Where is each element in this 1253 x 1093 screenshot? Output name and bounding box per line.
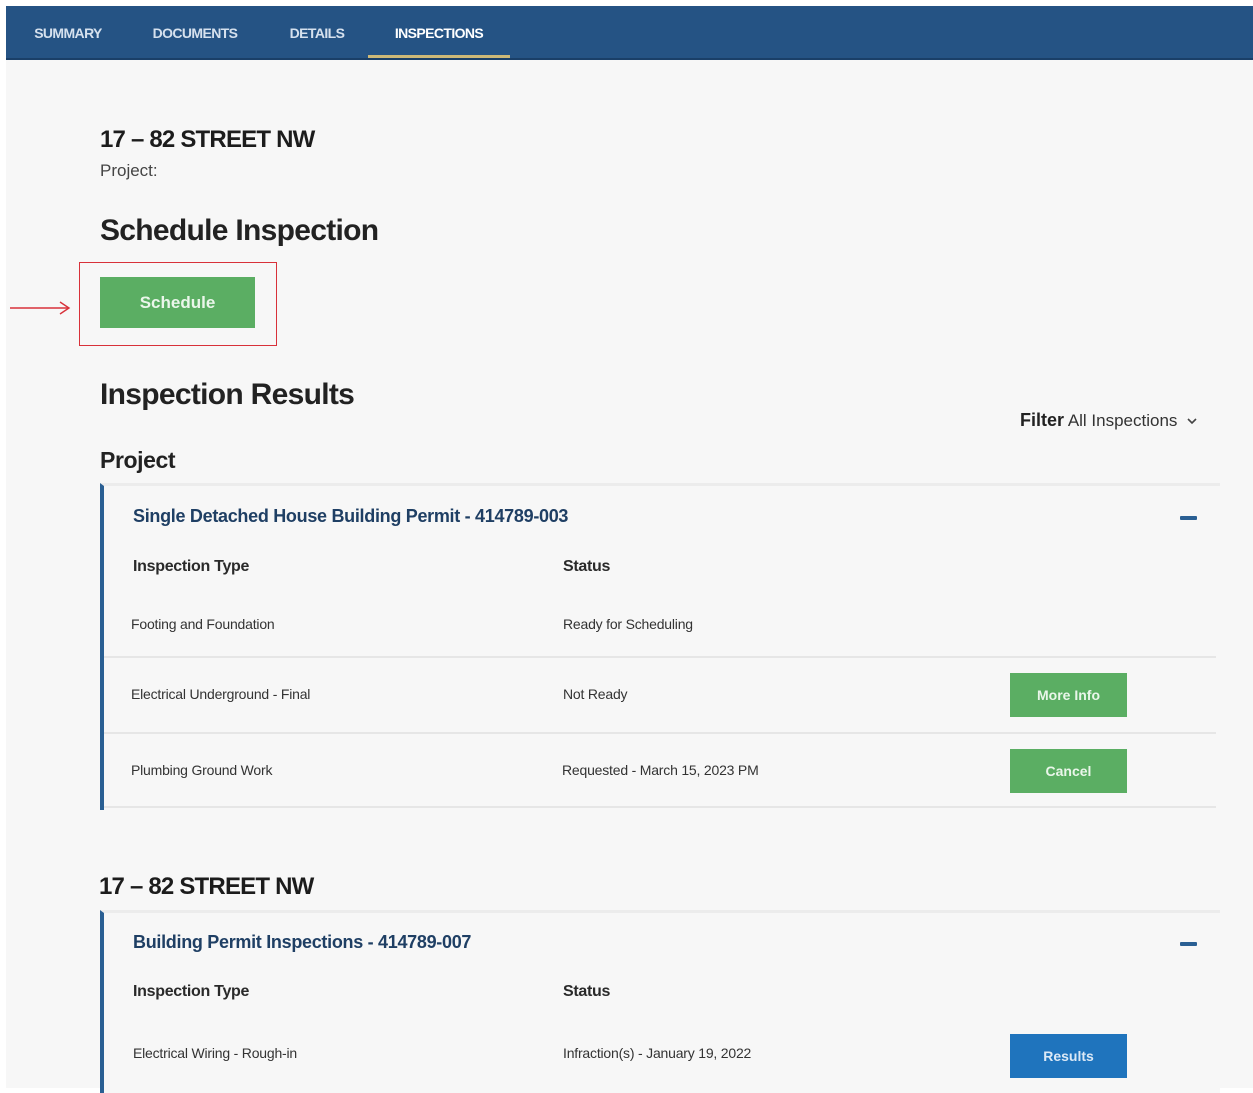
filter-value: All Inspections bbox=[1067, 411, 1178, 430]
inspection-status: Ready for Scheduling bbox=[563, 616, 693, 632]
column-header-inspection-type: Inspection Type bbox=[133, 983, 250, 1000]
row-divider bbox=[104, 732, 1216, 734]
project-group-heading: Project bbox=[100, 447, 176, 473]
filter-label: Filter bbox=[1020, 410, 1065, 430]
page-content: 17 – 82 STREET NW Project: Schedule Insp… bbox=[6, 60, 1253, 1093]
property-address: 17 – 82 STREET NW bbox=[99, 873, 314, 900]
minus-icon[interactable] bbox=[1180, 942, 1197, 946]
cancel-button[interactable]: Cancel bbox=[1010, 749, 1127, 793]
schedule-button[interactable]: Schedule bbox=[100, 277, 255, 328]
inspection-status: Not Ready bbox=[563, 686, 628, 702]
permit-title: Single Detached House Building Permit - … bbox=[133, 506, 569, 526]
permit-title: Building Permit Inspections - 414789-007 bbox=[133, 932, 472, 952]
tab-summary[interactable]: SUMMARY bbox=[32, 6, 104, 58]
column-header-status: Status bbox=[563, 558, 611, 575]
chevron-down-icon bbox=[1187, 418, 1197, 425]
more-info-button[interactable]: More Info bbox=[1010, 673, 1127, 717]
inspection-results-heading: Inspection Results bbox=[100, 378, 355, 411]
tab-inspections[interactable]: INSPECTIONS bbox=[368, 6, 510, 58]
results-button[interactable]: Results bbox=[1010, 1034, 1127, 1078]
tab-documents[interactable]: DOCUMENTS bbox=[149, 6, 241, 58]
permit-card: Single Detached House Building Permit - … bbox=[100, 483, 1220, 810]
top-nav: SUMMARY DOCUMENTS DETAILS INSPECTIONS bbox=[6, 6, 1253, 60]
tab-details[interactable]: DETAILS bbox=[288, 6, 346, 58]
inspection-type: Electrical Underground - Final bbox=[131, 686, 311, 702]
schedule-inspection-heading: Schedule Inspection bbox=[100, 214, 379, 247]
filter-dropdown[interactable]: Filter All Inspections bbox=[1020, 410, 1198, 431]
row-divider bbox=[104, 806, 1216, 808]
column-header-status: Status bbox=[563, 983, 611, 1000]
project-label: Project: bbox=[100, 161, 158, 180]
inspection-type: Electrical Wiring - Rough-in bbox=[133, 1045, 298, 1061]
row-divider bbox=[104, 656, 1216, 658]
inspection-status: Infraction(s) - January 19, 2022 bbox=[563, 1045, 752, 1061]
minus-icon[interactable] bbox=[1180, 516, 1197, 520]
inspection-status: Requested - March 15, 2023 PM bbox=[562, 762, 759, 778]
permit-card: Building Permit Inspections - 414789-007… bbox=[100, 910, 1220, 1093]
inspection-type: Footing and Foundation bbox=[131, 616, 275, 632]
property-address: 17 – 82 STREET NW bbox=[100, 126, 315, 153]
arrow-right-icon bbox=[10, 301, 71, 315]
inspection-type: Plumbing Ground Work bbox=[131, 762, 273, 778]
column-header-inspection-type: Inspection Type bbox=[133, 558, 250, 575]
